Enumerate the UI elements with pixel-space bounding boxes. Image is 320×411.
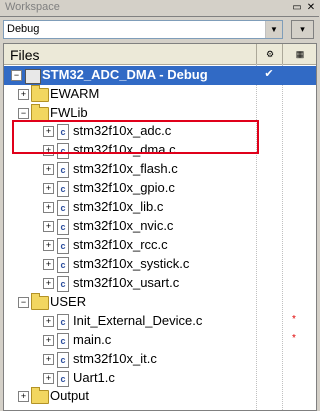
tree-row-file[interactable]: + c stm32f10x_rcc.c (4, 236, 316, 255)
tree-row-file[interactable]: + c stm32f10x_it.c (4, 350, 316, 369)
configuration-select[interactable]: Debug ▼ (3, 20, 283, 39)
modified-marker: * (292, 333, 296, 344)
tree-row-file[interactable]: + c Init_External_Device.c * (4, 312, 316, 331)
expand-icon[interactable]: + (43, 240, 54, 251)
file-label: stm32f10x_it.c (73, 351, 157, 366)
c-file-icon: c (57, 314, 69, 330)
file-tree-panel: Files ⚙ ▦ − STM32_ADC_DMA - Debug ✔ + EW… (3, 43, 317, 411)
file-label: stm32f10x_gpio.c (73, 180, 175, 195)
collapse-icon[interactable]: − (11, 70, 22, 81)
file-label: stm32f10x_flash.c (73, 161, 178, 176)
collapse-icon[interactable]: − (18, 297, 29, 308)
c-file-icon: c (57, 257, 69, 273)
modified-marker: * (292, 314, 296, 325)
options-column-icon[interactable]: ⚙ (256, 44, 283, 64)
c-file-icon: c (57, 200, 69, 216)
file-label: stm32f10x_lib.c (73, 199, 164, 214)
group-label: EWARM (50, 86, 100, 101)
tree-row-file[interactable]: + c main.c * (4, 331, 316, 350)
c-file-icon: c (57, 371, 69, 387)
workspace-title: Workspace (5, 1, 60, 13)
file-label: stm32f10x_rcc.c (73, 237, 168, 252)
tree-row-file[interactable]: + c stm32f10x_systick.c (4, 255, 316, 274)
group-label: Output (50, 388, 90, 403)
tree-row-file[interactable]: + c stm32f10x_usart.c (4, 274, 316, 293)
files-column-header[interactable]: Files (10, 47, 40, 63)
c-file-icon: c (57, 352, 69, 368)
expand-icon[interactable]: + (43, 259, 54, 270)
project-label: STM32_ADC_DMA - Debug (42, 67, 208, 82)
tree-row-file[interactable]: + c stm32f10x_nvic.c (4, 217, 316, 236)
expand-icon[interactable]: + (43, 164, 54, 175)
configuration-value: Debug (7, 23, 40, 35)
expand-icon[interactable]: + (43, 221, 54, 232)
project-icon (25, 69, 41, 84)
file-label: stm32f10x_nvic.c (73, 218, 174, 233)
file-label: Uart1.c (73, 370, 115, 385)
expand-icon[interactable]: + (43, 316, 54, 327)
folder-icon (31, 387, 49, 404)
pin-icon[interactable]: ▭ (291, 2, 303, 13)
expand-icon[interactable]: + (43, 202, 54, 213)
expand-icon[interactable]: + (43, 373, 54, 384)
expand-icon[interactable]: + (43, 183, 54, 194)
collapse-icon[interactable]: − (18, 108, 29, 119)
close-icon[interactable]: ✕ (305, 2, 317, 13)
folder-icon (31, 85, 49, 102)
tree-row-group-output[interactable]: + Output (4, 387, 316, 406)
expand-icon[interactable]: + (43, 278, 54, 289)
file-label: stm32f10x_usart.c (73, 275, 180, 290)
file-label: stm32f10x_systick.c (73, 256, 190, 271)
configuration-menu-button[interactable]: ▾ (291, 20, 314, 39)
workspace-titlebar: Workspace ▭ ✕ (0, 0, 319, 17)
c-file-icon: c (57, 162, 69, 178)
c-file-icon: c (57, 276, 69, 292)
tree-row-group-ewarm[interactable]: + EWARM (4, 85, 316, 104)
folder-open-icon (31, 293, 49, 310)
highlight-box (12, 120, 259, 154)
chevron-down-icon[interactable]: ▼ (265, 21, 282, 38)
file-label: main.c (73, 332, 112, 347)
file-label: Init_External_Device.c (73, 313, 203, 328)
file-tree-header: Files ⚙ ▦ (4, 44, 316, 65)
group-label: USER (50, 294, 87, 309)
expand-icon[interactable]: + (43, 354, 54, 365)
checkmark-icon: ✔ (264, 68, 274, 80)
expand-icon[interactable]: + (18, 89, 29, 100)
tree-row-file[interactable]: + c Uart1.c (4, 369, 316, 388)
expand-icon[interactable]: + (43, 335, 54, 346)
tree-row-group-user[interactable]: − USER (4, 293, 316, 312)
tree-row-file[interactable]: + c stm32f10x_gpio.c (4, 179, 316, 198)
folder-open-icon (31, 104, 49, 121)
group-label: FWLib (50, 105, 88, 120)
tree-row-file[interactable]: + c stm32f10x_flash.c (4, 160, 316, 179)
tree-row-project[interactable]: − STM32_ADC_DMA - Debug ✔ (4, 66, 316, 85)
c-file-icon: c (57, 181, 69, 197)
c-file-icon: c (57, 333, 69, 349)
c-file-icon: c (57, 238, 69, 254)
tree-row-file[interactable]: + c stm32f10x_lib.c (4, 198, 316, 217)
c-file-icon: c (57, 219, 69, 235)
build-status-column-icon[interactable]: ▦ (282, 44, 317, 64)
expand-icon[interactable]: + (18, 391, 29, 402)
